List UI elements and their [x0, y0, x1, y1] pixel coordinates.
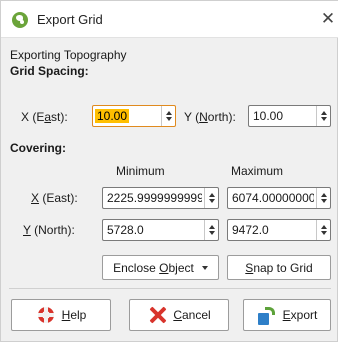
y-min-value: 5728.0 — [107, 223, 144, 237]
x-max-stepper[interactable] — [316, 188, 330, 208]
export-icon — [257, 305, 277, 325]
cancel-label: Cancel — [173, 308, 211, 322]
export-button[interactable]: Export — [243, 299, 331, 331]
maximum-header: Maximum — [231, 164, 284, 178]
help-label: Help — [61, 308, 87, 322]
y-max-field[interactable]: 9472.0 — [227, 219, 331, 241]
help-icon — [36, 305, 56, 325]
divider — [9, 288, 331, 289]
y-max-value: 9472.0 — [232, 223, 269, 237]
y-north-label: Y (North): — [184, 110, 236, 124]
app-icon — [12, 12, 28, 28]
covering-y-label: Y (North): — [23, 223, 75, 237]
x-east-label: X (East): — [21, 110, 68, 124]
y-spacing-field[interactable]: 10.00 — [248, 105, 331, 127]
enclose-object-label: Enclose Object — [113, 260, 194, 275]
snap-to-grid-label: Snap to Grid — [245, 260, 313, 275]
x-spacing-field[interactable]: 10.00 — [92, 105, 176, 127]
x-spacing-stepper[interactable] — [161, 106, 175, 126]
snap-to-grid-button[interactable]: Snap to Grid — [227, 255, 331, 280]
close-icon[interactable]: ✕ — [319, 8, 337, 30]
y-min-field[interactable]: 5728.0 — [102, 219, 219, 241]
x-spacing-value: 10.00 — [95, 109, 130, 123]
enclose-object-dropdown[interactable]: Enclose Object — [102, 255, 219, 280]
x-max-value: 6074.00000000 — [232, 191, 314, 205]
chevron-down-icon — [201, 265, 208, 270]
y-spacing-value: 10.00 — [253, 109, 284, 123]
x-min-value: 2225.9999999999 — [107, 191, 202, 205]
export-grid-dialog: Export Grid ✕ Exporting Topography Grid … — [0, 0, 338, 342]
y-spacing-stepper[interactable] — [316, 106, 330, 126]
covering-x-label: X (East): — [31, 191, 78, 205]
x-min-field[interactable]: 2225.9999999999 — [102, 187, 219, 209]
export-label: Export — [282, 308, 318, 322]
cancel-icon — [147, 305, 167, 325]
help-button[interactable]: Help — [11, 299, 111, 331]
x-min-stepper[interactable] — [204, 188, 218, 208]
title-bar: Export Grid ✕ — [1, 1, 338, 38]
covering-heading: Covering: — [10, 141, 67, 155]
window-title: Export Grid — [37, 12, 103, 27]
grid-spacing-heading: Grid Spacing: — [10, 64, 89, 78]
y-max-stepper[interactable] — [316, 220, 330, 240]
exporting-label: Exporting Topography — [10, 48, 127, 62]
y-min-stepper[interactable] — [204, 220, 218, 240]
minimum-header: Minimum — [116, 164, 165, 178]
cancel-button[interactable]: Cancel — [129, 299, 229, 331]
x-max-field[interactable]: 6074.00000000 — [227, 187, 331, 209]
